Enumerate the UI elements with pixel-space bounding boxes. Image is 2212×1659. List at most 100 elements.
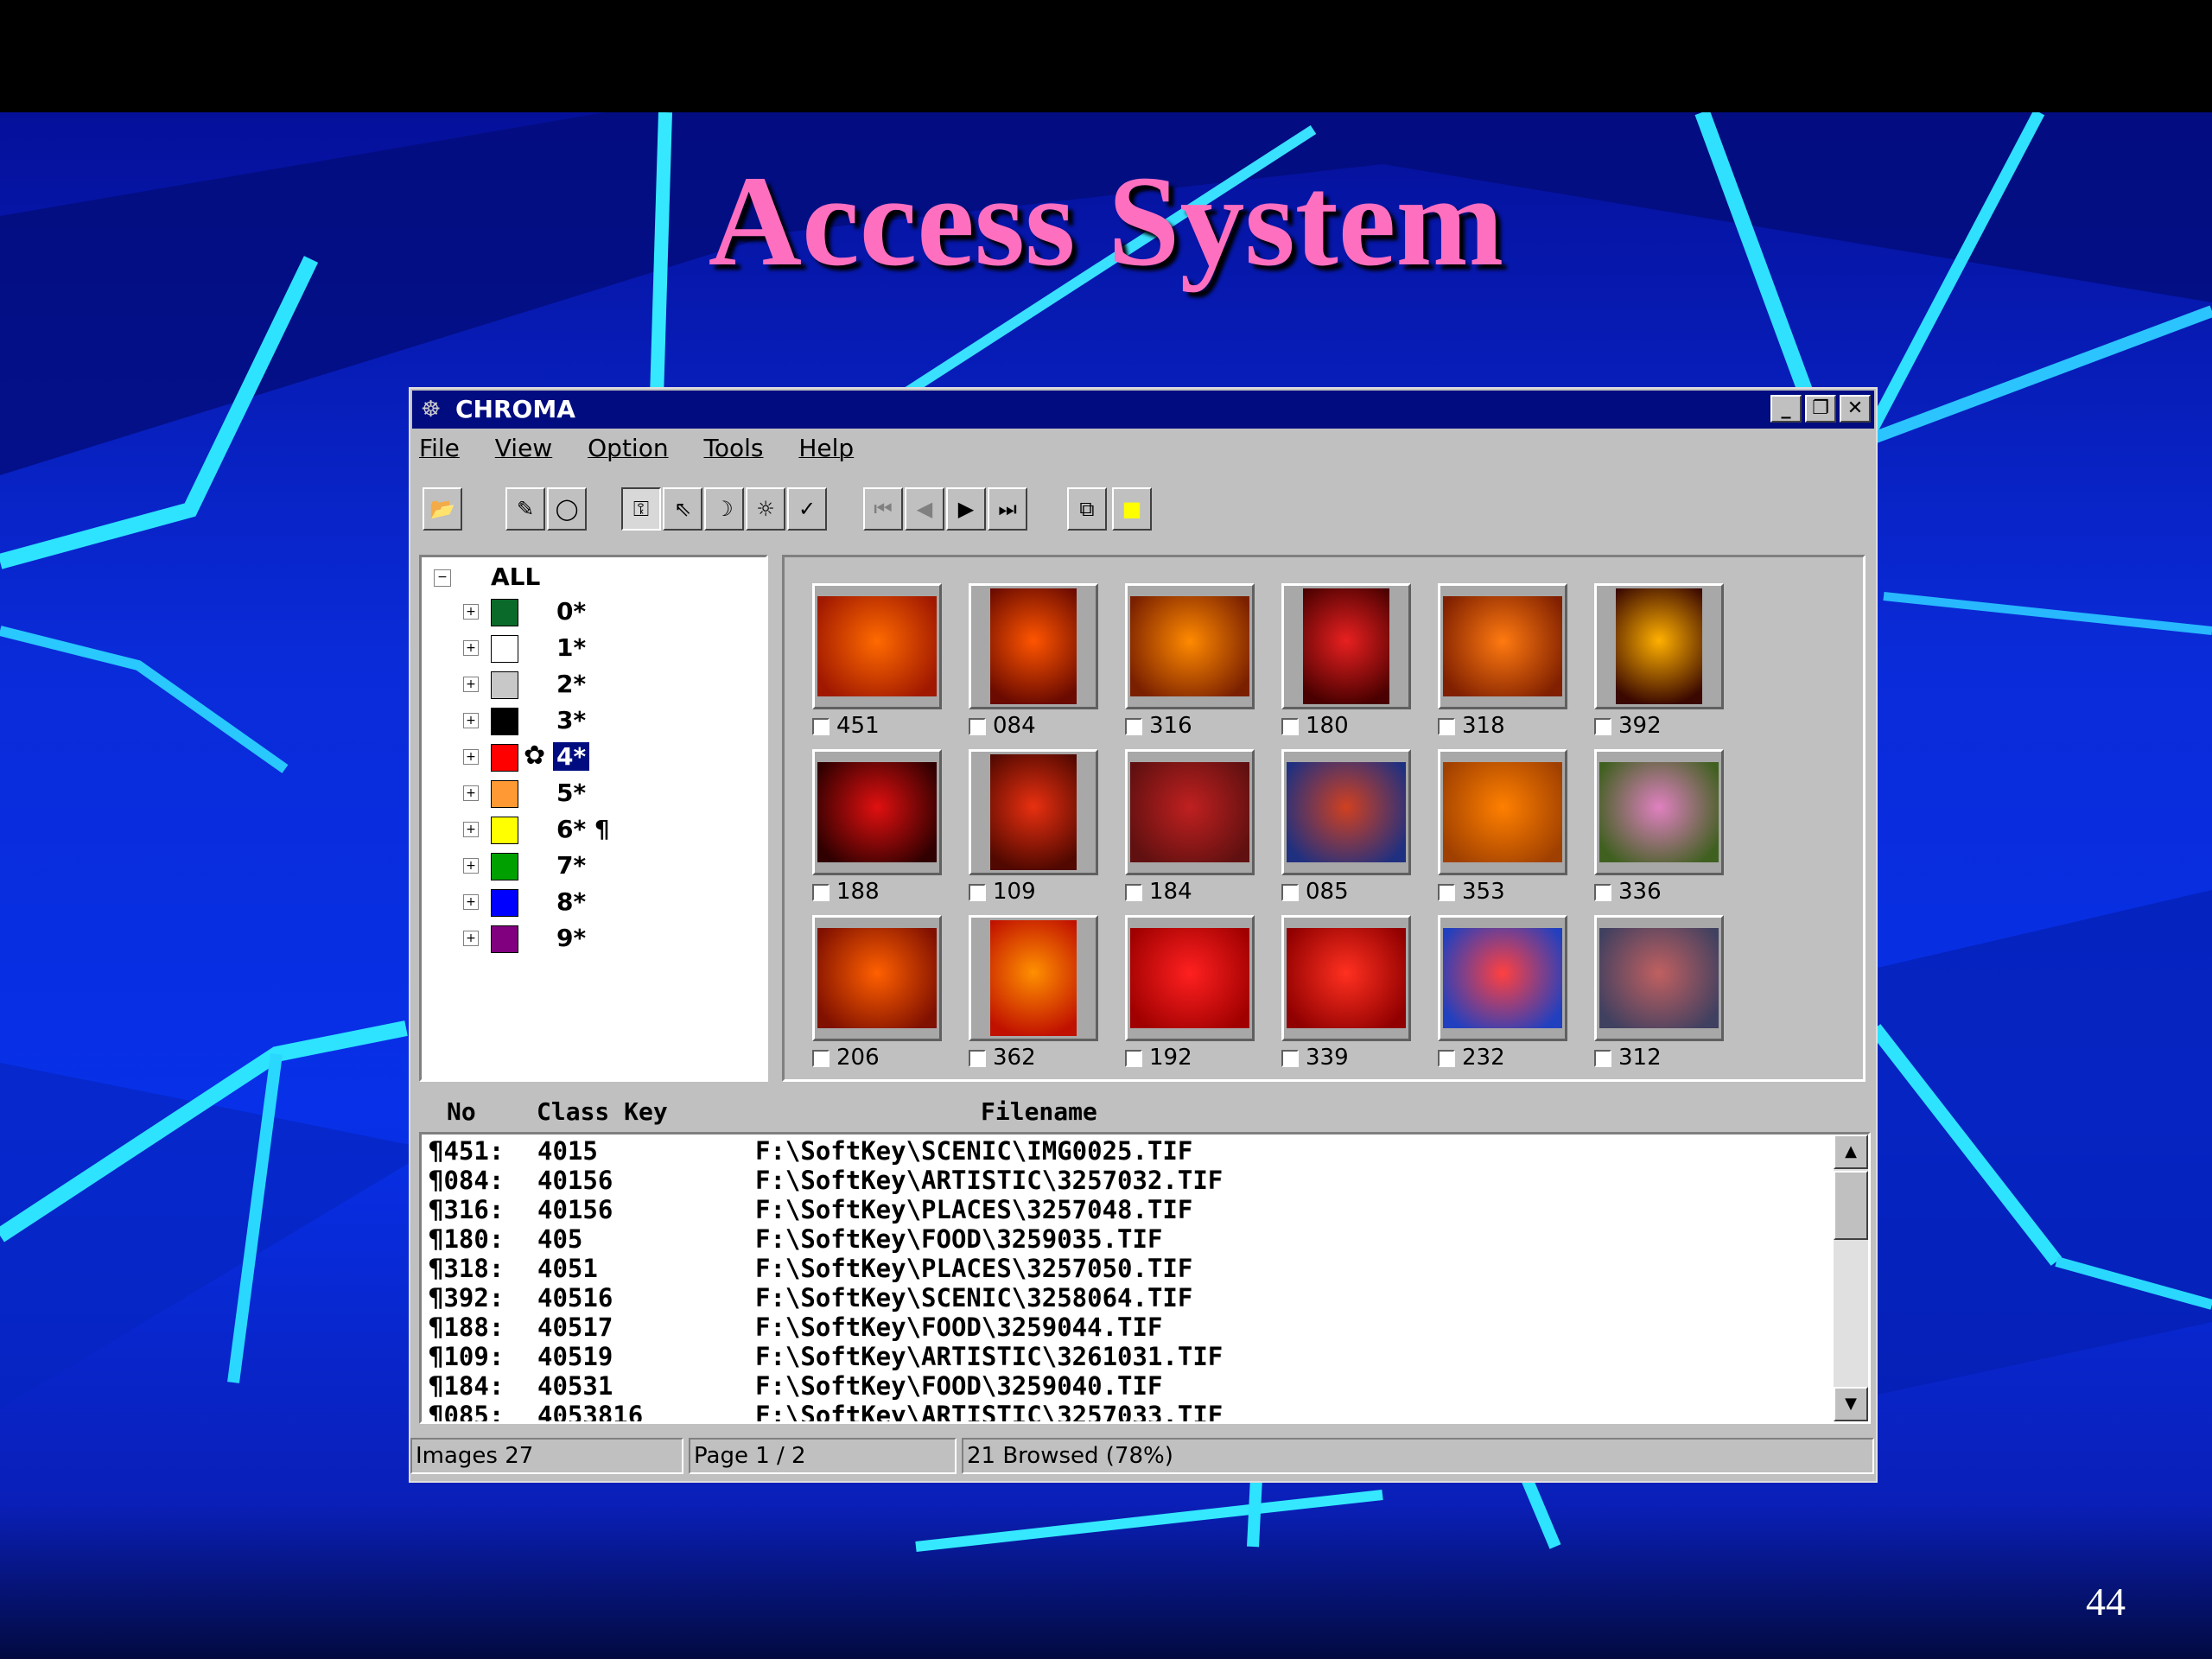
thumbnail-frame[interactable] [1594,915,1724,1041]
tree-item-label[interactable]: 9* [556,924,586,952]
thumbnail-checkbox[interactable] [812,1049,830,1067]
tree-item-label[interactable]: 0* [556,597,586,626]
key-icon[interactable]: ⚿ [621,487,661,531]
thumbnail-item[interactable]: 184 [1125,749,1255,908]
thumbnail-item[interactable]: 232 [1438,915,1567,1074]
menu-view[interactable]: View [495,434,552,462]
column-filename[interactable]: Filename [981,1097,1097,1126]
tree-collapse-icon[interactable]: − [434,569,451,587]
list-scrollbar[interactable]: ▲ ▼ [1834,1135,1868,1421]
compare-icon[interactable]: ⧉ [1067,487,1107,531]
previous-page-icon[interactable]: ◀ [905,487,944,531]
thumbnail-item[interactable]: 318 [1438,583,1567,742]
thumbnail-checkbox[interactable] [1594,717,1611,735]
check-icon[interactable]: ✓ [787,487,827,531]
tree-item[interactable]: +1* [422,632,767,666]
thumbnail-frame[interactable] [812,915,942,1041]
open-folder-icon[interactable]: 📂 [423,487,462,531]
tree-item[interactable]: +3* [422,704,767,739]
tree-expand-icon[interactable]: + [463,749,479,765]
tree-item[interactable]: +4* ✿ [422,741,767,775]
thumbnail-checkbox[interactable] [812,717,830,735]
thumbnail-checkbox[interactable] [1281,1049,1299,1067]
thumbnail-checkbox[interactable] [1438,883,1455,901]
thumbnail-checkbox[interactable] [969,1049,986,1067]
thumbnail-item[interactable]: 188 [812,749,942,908]
tree-expand-icon[interactable]: + [463,894,479,910]
thumbnail-checkbox[interactable] [969,883,986,901]
sun-icon[interactable]: ☼ [746,487,785,531]
thumbnail-item[interactable]: 085 [1281,749,1411,908]
thumbnail-frame[interactable] [969,749,1098,875]
tree-item-label[interactable]: 3* [556,706,586,734]
first-page-icon[interactable]: ⏮ [863,487,903,531]
thumbnail-frame[interactable] [1594,749,1724,875]
window-titlebar[interactable]: ☸ CHROMA _ ❐ ✕ [412,391,1874,429]
tree-item[interactable]: +5* [422,777,767,811]
circle-icon[interactable]: ◯ [547,487,587,531]
thumbnail-frame[interactable] [1594,583,1724,709]
thumbnail-item[interactable]: 392 [1594,583,1724,742]
thumbnail-item[interactable]: 109 [969,749,1098,908]
tree-item[interactable]: +0* [422,595,767,630]
thumbnail-frame[interactable] [969,915,1098,1041]
thumbnail-frame[interactable] [1281,915,1411,1041]
color-palette-icon[interactable]: ■ [1112,487,1152,531]
thumbnail-checkbox[interactable] [1125,1049,1142,1067]
thumbnail-item[interactable]: 084 [969,583,1098,742]
tree-expand-icon[interactable]: + [463,931,479,946]
tree-expand-icon[interactable]: + [463,785,479,801]
thumbnail-checkbox[interactable] [1594,1049,1611,1067]
thumbnail-frame[interactable] [1125,583,1255,709]
thumbnail-checkbox[interactable] [1438,1049,1455,1067]
thumbnail-frame[interactable] [1438,749,1567,875]
scroll-thumb[interactable] [1834,1171,1868,1240]
minimize-button[interactable]: _ [1770,395,1802,423]
moon-icon[interactable]: ☽ [704,487,744,531]
thumbnail-checkbox[interactable] [1125,717,1142,735]
tree-item[interactable]: +2* [422,668,767,702]
thumbnail-item[interactable]: 206 [812,915,942,1074]
thumbnail-item[interactable]: 312 [1594,915,1724,1074]
menu-help[interactable]: Help [798,434,854,462]
thumbnail-item[interactable]: 451 [812,583,942,742]
tree-item[interactable]: +9* [422,922,767,957]
thumbnail-checkbox[interactable] [1281,883,1299,901]
close-button[interactable]: ✕ [1840,395,1871,423]
tree-item[interactable]: +8* [422,886,767,920]
tree-expand-icon[interactable]: + [463,604,479,620]
tree-item-label[interactable]: 5* [556,779,586,807]
tree-item-label[interactable]: 8* [556,887,586,916]
pointer-icon[interactable]: ⇖ [663,487,702,531]
tree-item-label[interactable]: 2* [556,670,586,698]
thumbnail-item[interactable]: 192 [1125,915,1255,1074]
menu-tools[interactable]: Tools [703,434,763,462]
last-page-icon[interactable]: ⏭ [988,487,1027,531]
thumbnail-item[interactable]: 362 [969,915,1098,1074]
thumbnail-checkbox[interactable] [1281,717,1299,735]
tree-root[interactable]: ALL [491,563,540,591]
tree-item[interactable]: +7* [422,849,767,884]
thumbnail-frame[interactable] [1438,915,1567,1041]
thumbnail-checkbox[interactable] [1438,717,1455,735]
thumbnail-frame[interactable] [969,583,1098,709]
tree-expand-icon[interactable]: + [463,858,479,874]
chroma-app-icon[interactable]: ☸ [421,397,447,422]
thumbnail-checkbox[interactable] [812,883,830,901]
thumbnail-frame[interactable] [812,583,942,709]
scroll-down-icon[interactable]: ▼ [1834,1387,1868,1421]
thumbnail-item[interactable]: 339 [1281,915,1411,1074]
thumbnail-checkbox[interactable] [1125,883,1142,901]
thumbnail-frame[interactable] [1125,749,1255,875]
tree-expand-icon[interactable]: + [463,822,479,837]
thumbnail-checkbox[interactable] [969,717,986,735]
thumbnail-frame[interactable] [1281,749,1411,875]
thumbnail-item[interactable]: 353 [1438,749,1567,908]
tree-expand-icon[interactable]: + [463,640,479,656]
thumbnail-item[interactable]: 316 [1125,583,1255,742]
restore-button[interactable]: ❐ [1805,395,1836,423]
thumbnail-item[interactable]: 336 [1594,749,1724,908]
thumbnail-checkbox[interactable] [1594,883,1611,901]
menu-file[interactable]: File [419,434,460,462]
tree-item[interactable]: +6* ¶ [422,813,767,848]
